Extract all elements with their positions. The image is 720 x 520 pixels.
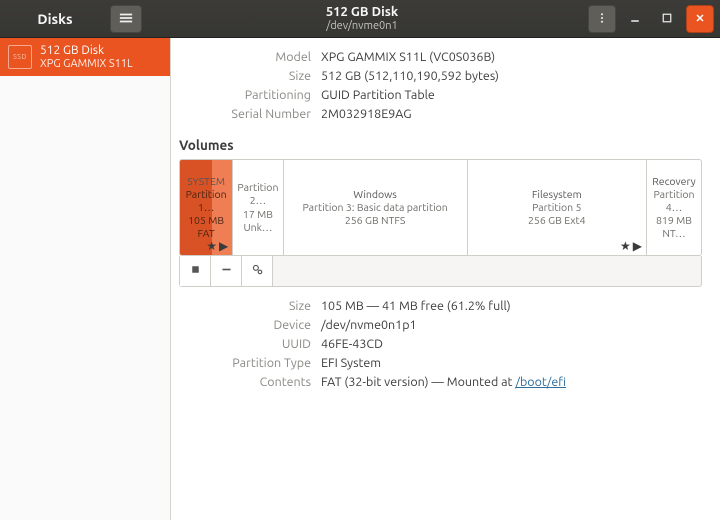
gnome-disks-window: Disks 512 GB Disk /dev/nvme0n1 bbox=[0, 0, 720, 520]
device-name: 512 GB Disk bbox=[40, 44, 133, 58]
play-icon: ▶ bbox=[219, 241, 228, 253]
minimize-icon bbox=[629, 12, 641, 27]
delete-partition-button[interactable] bbox=[211, 256, 242, 286]
partition-label: Partition 2…17 MB Unk… bbox=[237, 181, 278, 234]
close-icon bbox=[694, 12, 706, 27]
unmount-button[interactable] bbox=[180, 256, 211, 286]
device-model: XPG GAMMIX S11L bbox=[40, 58, 133, 71]
partition-label: RecoveryPartition 4…819 MB NT… bbox=[651, 175, 697, 241]
partition-indicators: ★▶ bbox=[206, 241, 228, 253]
partition-label: SYSTEMPartition 1…105 MB FAT bbox=[184, 175, 228, 241]
device-list-item-text: 512 GB Disk XPG GAMMIX S11L bbox=[40, 44, 133, 70]
app-title: Disks bbox=[0, 0, 110, 38]
value-vuuid: 46FE-43CD bbox=[321, 337, 702, 351]
play-icon: ▶ bbox=[633, 241, 642, 253]
value-vsize: 105 MB — 41 MB free (61.2% full) bbox=[321, 299, 702, 313]
device-list-sidebar: SSD 512 GB Disk XPG GAMMIX S11L bbox=[0, 38, 171, 520]
value-contents: FAT (32-bit version) — Mounted at /boot/… bbox=[321, 375, 702, 389]
volume-details-grid: Size 105 MB — 41 MB free (61.2% full) De… bbox=[171, 299, 702, 389]
label-vdevice: Device bbox=[171, 318, 311, 332]
value-ptype: EFI System bbox=[321, 356, 702, 370]
minus-icon bbox=[220, 263, 233, 279]
value-partitioning: GUID Partition Table bbox=[321, 88, 702, 102]
mount-point-link[interactable]: /boot/efi bbox=[515, 375, 566, 389]
close-button[interactable] bbox=[686, 5, 714, 33]
partition-options-button[interactable] bbox=[242, 256, 273, 286]
label-serial: Serial Number bbox=[171, 107, 311, 121]
label-vuuid: UUID bbox=[171, 337, 311, 351]
volumes-heading: Volumes bbox=[179, 137, 702, 153]
star-icon: ★ bbox=[206, 241, 217, 253]
value-model: XPG GAMMIX S11L (VC0S036B) bbox=[321, 50, 702, 64]
partition-block[interactable]: RecoveryPartition 4…819 MB NT… bbox=[647, 160, 701, 255]
label-size: Size bbox=[171, 69, 311, 83]
ssd-icon: SSD bbox=[8, 45, 32, 69]
label-partitioning: Partitioning bbox=[171, 88, 311, 102]
main-panel: Model XPG GAMMIX S11L (VC0S036B) Size 51… bbox=[171, 38, 720, 520]
partition-indicators: ★▶ bbox=[620, 241, 642, 253]
maximize-icon bbox=[661, 12, 673, 27]
partition-block[interactable]: SYSTEMPartition 1…105 MB FAT★▶ bbox=[180, 160, 233, 255]
gears-icon bbox=[251, 263, 264, 279]
value-vdevice: /dev/nvme0n1p1 bbox=[321, 318, 702, 332]
partition-label: FilesystemPartition 5256 GB Ext4 bbox=[528, 188, 586, 227]
contents-prefix: FAT (32-bit version) — Mounted at bbox=[321, 375, 515, 389]
drive-info-grid: Model XPG GAMMIX S11L (VC0S036B) Size 51… bbox=[171, 50, 702, 121]
headerbar: Disks 512 GB Disk /dev/nvme0n1 bbox=[0, 0, 720, 38]
partition-block[interactable]: Partition 2…17 MB Unk… bbox=[233, 160, 283, 255]
device-list-item[interactable]: SSD 512 GB Disk XPG GAMMIX S11L bbox=[0, 38, 170, 76]
disk-device-path: /dev/nvme0n1 bbox=[326, 20, 397, 33]
kebab-icon bbox=[596, 12, 608, 27]
partition-strip: SYSTEMPartition 1…105 MB FAT★▶Partition … bbox=[179, 159, 702, 256]
disk-title: 512 GB Disk bbox=[326, 5, 398, 20]
label-contents: Contents bbox=[171, 375, 311, 389]
app-menu-button[interactable] bbox=[110, 5, 142, 33]
minimize-button[interactable] bbox=[622, 6, 648, 32]
window-controls bbox=[582, 0, 720, 38]
label-ptype: Partition Type bbox=[171, 356, 311, 370]
partition-label: WindowsPartition 3: Basic data partition… bbox=[302, 188, 447, 227]
value-serial: 2M032918E9AG bbox=[321, 107, 702, 121]
maximize-button[interactable] bbox=[654, 6, 680, 32]
label-model: Model bbox=[171, 50, 311, 64]
stop-icon bbox=[189, 263, 202, 279]
partition-toolbar bbox=[179, 256, 702, 287]
label-vsize: Size bbox=[171, 299, 311, 313]
headerbar-title: 512 GB Disk /dev/nvme0n1 bbox=[142, 0, 582, 38]
body: SSD 512 GB Disk XPG GAMMIX S11L Model XP… bbox=[0, 38, 720, 520]
hamburger-icon bbox=[119, 11, 133, 28]
partition-block[interactable]: FilesystemPartition 5256 GB Ext4 ★▶ bbox=[468, 160, 647, 255]
drive-options-button[interactable] bbox=[588, 5, 616, 33]
value-size: 512 GB (512,110,190,592 bytes) bbox=[321, 69, 702, 83]
star-icon: ★ bbox=[620, 241, 631, 253]
partition-block[interactable]: WindowsPartition 3: Basic data partition… bbox=[284, 160, 468, 255]
